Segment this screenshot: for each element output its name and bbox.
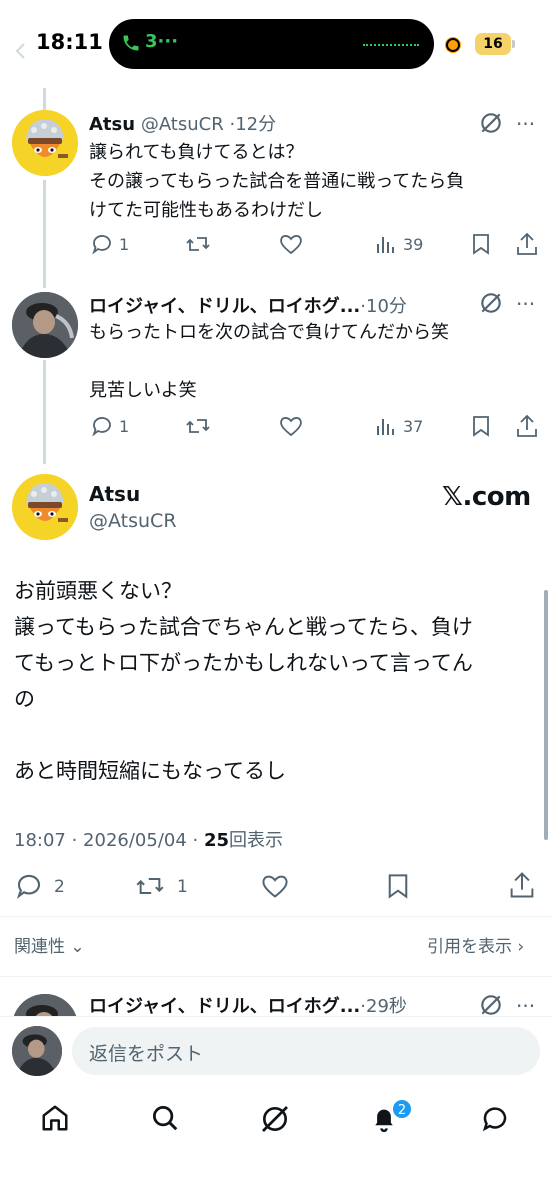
author-name[interactable]: ロイジャイ、ドリル、ロイホグ... <box>89 296 360 317</box>
battery-cap <box>512 40 515 48</box>
retweet-icon[interactable] <box>134 872 166 900</box>
like-icon[interactable] <box>278 414 304 438</box>
text-line <box>14 717 534 753</box>
post-time: ·12分 <box>229 114 277 135</box>
avatar[interactable] <box>12 110 78 176</box>
home-icon[interactable] <box>40 1103 70 1133</box>
text-line <box>89 347 539 376</box>
status-time: 18:11 <box>36 30 103 54</box>
post-time: ·10分 <box>360 296 407 317</box>
post-time: ·29秒 <box>360 996 407 1017</box>
text-line: てもっとトロ下がったかもしれないって言ってん <box>14 651 473 675</box>
retweet-icon[interactable] <box>185 232 211 256</box>
composer-avatar[interactable] <box>12 1026 62 1076</box>
messages-icon[interactable] <box>480 1103 510 1133</box>
call-duration: 3··· <box>145 31 179 52</box>
divider <box>0 916 552 917</box>
views-count: 25 <box>203 830 230 851</box>
reply-text: もらったトロを次の試合で負けてんだから笑 見苦しいよ笑 <box>89 318 539 405</box>
text-line: その譲ってもらった試合を普通に戦ってたら負 <box>89 171 465 192</box>
author-handle[interactable]: @AtsuCR <box>89 510 177 532</box>
text-line: お前頭悪くない？ <box>14 579 182 603</box>
views-icon[interactable] <box>375 233 397 255</box>
author-name[interactable]: Atsu <box>89 114 135 135</box>
share-icon[interactable] <box>515 231 539 257</box>
more-options-icon[interactable]: ··· <box>516 112 535 136</box>
views-icon[interactable] <box>375 415 397 437</box>
reply-count: 2 <box>54 877 65 897</box>
like-icon[interactable] <box>259 872 291 900</box>
like-icon[interactable] <box>278 232 304 256</box>
author-name[interactable]: Atsu <box>89 482 140 506</box>
divider <box>0 976 552 977</box>
reply-icon[interactable] <box>90 414 114 438</box>
retweet-count: 1 <box>177 877 188 897</box>
tweet-meta: 18:07 · 2026/05/04 · 25回表示 <box>14 826 283 852</box>
text-line: もらったトロを次の試合で負けてんだから笑 <box>89 322 449 343</box>
timestamp: 18:07 · 2026/05/04 · <box>14 830 204 851</box>
more-options-icon[interactable]: ··· <box>516 994 535 1018</box>
author-name[interactable]: ロイジャイ、ドリル、ロイホグ... <box>89 996 360 1017</box>
reply-header: ロイジャイ、ドリル、ロイホグ...·29秒 <box>89 992 407 1018</box>
reply-header: Atsu @AtsuCR ·12分 <box>89 110 276 136</box>
phone-call-icon <box>121 32 141 54</box>
more-options-icon[interactable]: ··· <box>516 292 535 316</box>
back-chevron-icon[interactable] <box>14 42 26 60</box>
chevron-down-icon: ⌄ <box>70 937 85 957</box>
bookmark-icon[interactable] <box>470 414 492 438</box>
sort-related-button[interactable]: 関連性 ⌄ <box>14 932 85 957</box>
text-line: の <box>14 687 35 711</box>
text-line: けてた可能性もあるわけだし <box>89 200 323 221</box>
grok-icon[interactable] <box>478 290 504 316</box>
quotes-label: 引用を表示 <box>427 937 512 957</box>
views-label: 回表示 <box>229 830 284 851</box>
x-com-logo: 𝕏.com <box>442 482 531 512</box>
notifications-badge: 2 <box>391 1098 413 1120</box>
view-quotes-link[interactable]: 引用を表示 › <box>427 932 524 957</box>
search-icon[interactable] <box>150 1103 180 1133</box>
chevron-right-icon: › <box>517 937 525 957</box>
bookmark-icon[interactable] <box>470 232 492 256</box>
grok-icon[interactable] <box>478 992 504 1018</box>
scrollbar[interactable] <box>544 590 548 840</box>
reply-placeholder: 返信をポスト <box>89 1043 204 1065</box>
sort-label: 関連性 <box>14 937 65 957</box>
text-line: 譲られても負けてるとは？ <box>89 142 304 163</box>
reply-icon[interactable] <box>14 871 44 901</box>
reply-count: 1 <box>119 235 130 254</box>
thread-line <box>43 180 46 288</box>
text-line: 見苦しいよ笑 <box>89 380 197 401</box>
avatar[interactable] <box>12 292 78 358</box>
views-count: 39 <box>403 235 424 254</box>
share-icon[interactable] <box>515 413 539 439</box>
grok-icon[interactable] <box>478 110 504 136</box>
reply-text: 譲られても負けてるとは？ その譲ってもらった試合を普通に戦ってたら負 けてた可能… <box>89 138 539 225</box>
reply-count: 1 <box>119 417 130 436</box>
audio-waveform-icon <box>363 44 419 46</box>
reply-icon[interactable] <box>90 232 114 256</box>
retweet-icon[interactable] <box>185 414 211 438</box>
text-line: 譲ってもらった試合でちゃんと戦ってたら、負け <box>14 615 473 639</box>
avatar[interactable] <box>12 474 78 540</box>
share-icon[interactable] <box>508 870 536 900</box>
author-handle[interactable]: @AtsuCR <box>141 114 224 135</box>
thread-line <box>43 360 46 464</box>
grok-icon[interactable] <box>259 1103 291 1135</box>
mic-indicator-icon <box>446 38 460 52</box>
tweet-body: お前頭悪くない？ 譲ってもらった試合でちゃんと戦ってたら、負け てもっとトロ下が… <box>14 573 534 789</box>
bookmark-icon[interactable] <box>385 871 411 901</box>
views-count: 37 <box>403 417 424 436</box>
text-line: あと時間短縮にもなってるし <box>14 759 286 783</box>
reply-header: ロイジャイ、ドリル、ロイホグ...·10分 <box>89 292 407 318</box>
thread-line <box>43 88 46 110</box>
battery-level: 16 <box>475 33 511 55</box>
